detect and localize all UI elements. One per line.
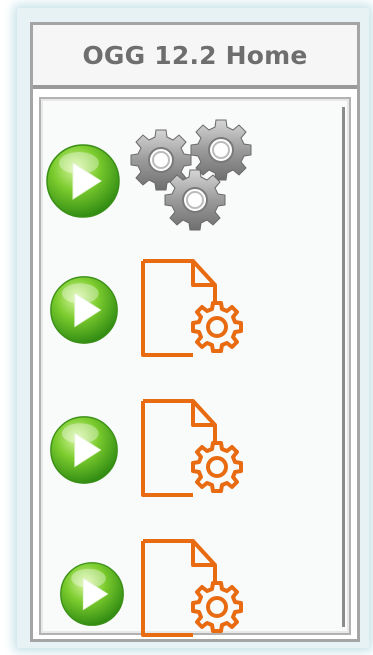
play-icon[interactable] <box>49 415 119 485</box>
process-list <box>39 97 351 637</box>
list-item[interactable] <box>41 529 341 649</box>
list-item[interactable] <box>41 249 341 369</box>
home-panel: OGG 12.2 Home <box>30 22 360 642</box>
list-item[interactable] <box>41 99 341 239</box>
play-icon[interactable] <box>45 143 121 219</box>
list-item[interactable] <box>41 389 341 509</box>
play-icon[interactable] <box>59 561 125 627</box>
config-file-icon <box>141 259 243 357</box>
gears-icon <box>130 119 252 231</box>
scrollbar[interactable] <box>342 107 345 627</box>
play-icon[interactable] <box>49 275 119 345</box>
panel-title: OGG 12.2 Home <box>33 25 357 89</box>
config-file-icon <box>141 399 243 497</box>
config-file-icon <box>141 539 243 637</box>
